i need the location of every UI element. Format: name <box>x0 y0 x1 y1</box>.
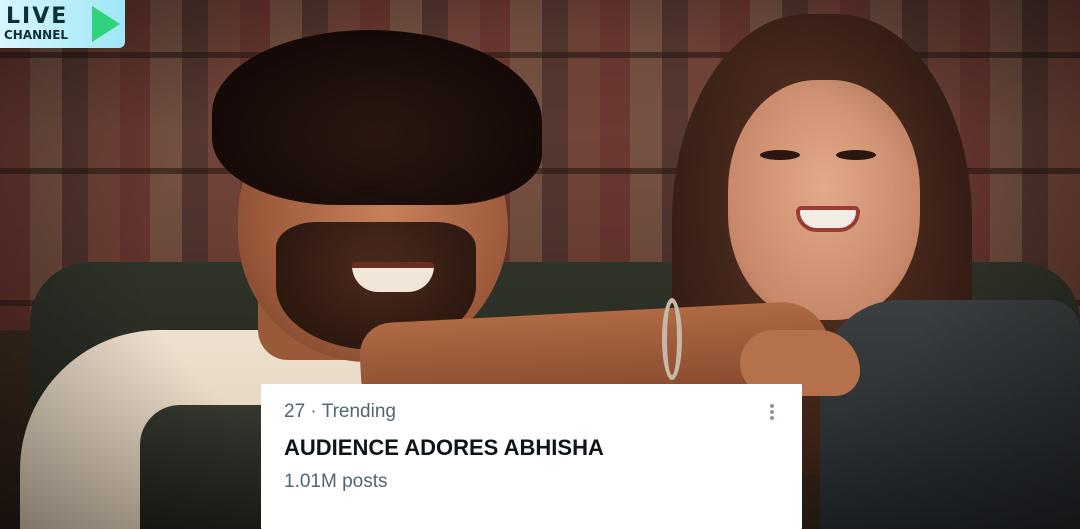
trend-post-count: 1.01M posts <box>284 471 388 492</box>
channel-logo: LIVE CHANNEL <box>0 0 125 48</box>
channel-logo-sub: CHANNEL <box>4 28 69 42</box>
trend-meta: 27 · Trending <box>284 401 396 423</box>
more-vertical-icon <box>770 404 774 408</box>
trend-rank: 27 <box>284 401 306 422</box>
channel-logo-word: LIVE <box>6 4 69 29</box>
trend-separator: · <box>305 401 322 422</box>
trend-category: Trending <box>321 401 396 422</box>
trending-card[interactable]: 27 · Trending AUDIENCE ADORES ABHISHA 1.… <box>261 384 802 529</box>
trend-title[interactable]: AUDIENCE ADORES ABHISHA <box>284 435 604 461</box>
more-options-button[interactable] <box>762 400 782 424</box>
play-arrow-icon <box>92 6 120 42</box>
